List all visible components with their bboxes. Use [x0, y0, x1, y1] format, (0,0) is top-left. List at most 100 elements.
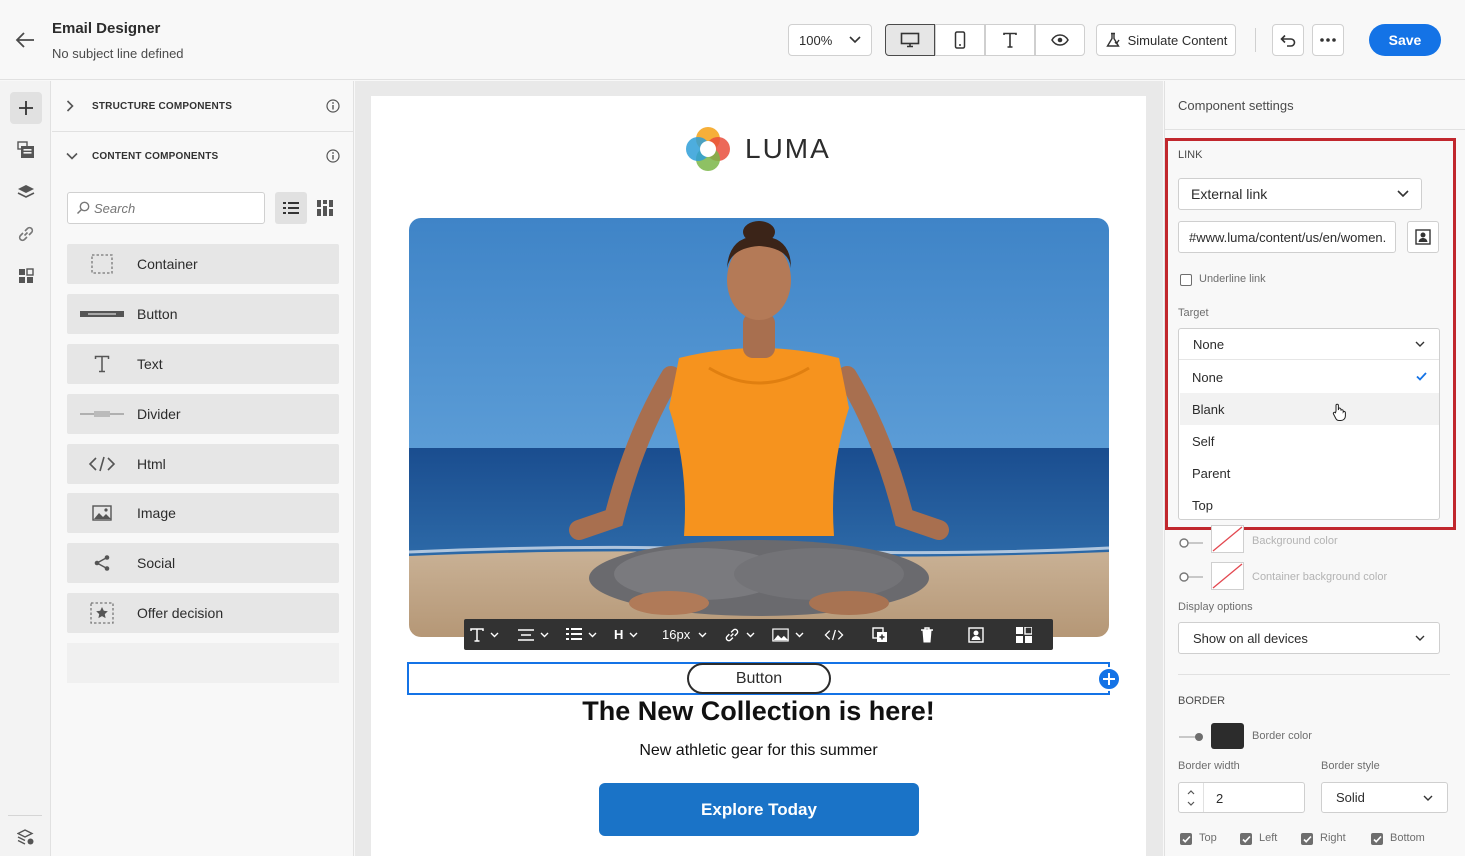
border-color-swatch[interactable] — [1211, 723, 1244, 749]
undo-button[interactable] — [1272, 24, 1304, 56]
fragment-icon[interactable] — [1016, 626, 1046, 643]
preview-button[interactable] — [1035, 24, 1085, 56]
layers-button[interactable] — [10, 176, 42, 208]
component-container[interactable]: Container — [67, 244, 339, 284]
url-input[interactable]: #www.luma/content/us/en/women. — [1178, 221, 1396, 253]
border-style-select[interactable]: Solid — [1321, 782, 1448, 813]
link-button[interactable] — [724, 627, 772, 643]
structure-components-header[interactable]: STRUCTURE COMPONENTS — [66, 81, 340, 131]
component-social[interactable]: Social — [67, 543, 339, 583]
chevron-right-icon — [66, 100, 92, 112]
border-top-checkbox[interactable] — [1180, 833, 1192, 845]
component-offer-decision[interactable]: Offer decision — [67, 593, 339, 633]
border-bottom-checkbox[interactable] — [1371, 833, 1383, 845]
mobile-view-button[interactable] — [935, 24, 985, 56]
insert-image-button[interactable] — [772, 627, 824, 642]
desktop-icon — [900, 32, 920, 48]
checkmark-icon — [1416, 372, 1427, 381]
list-view-button[interactable] — [275, 192, 307, 224]
border-top-label: Top — [1199, 832, 1217, 844]
target-option-top[interactable]: Top — [1180, 489, 1439, 521]
delete-icon[interactable] — [920, 626, 968, 643]
component-html[interactable]: Html — [67, 444, 339, 484]
email-subline[interactable]: New athletic gear for this summer — [371, 742, 1146, 760]
font-size-button[interactable]: 16px — [662, 627, 724, 642]
text-icon — [67, 355, 137, 373]
list-button[interactable] — [566, 628, 614, 641]
chevron-down-icon — [490, 632, 499, 638]
border-color-toggle[interactable] — [1179, 732, 1205, 742]
zoom-value: 100% — [799, 32, 833, 48]
container-background-swatch[interactable] — [1211, 562, 1244, 590]
chevron-down-icon — [1397, 190, 1409, 198]
zoom-select[interactable]: 100% — [788, 24, 872, 56]
search-input[interactable] — [94, 200, 254, 216]
info-icon[interactable] — [326, 99, 340, 113]
display-options-label: Display options — [1178, 601, 1253, 613]
simulate-label: Simulate Content — [1127, 32, 1228, 48]
stepper-buttons[interactable] — [1179, 783, 1204, 812]
search-field[interactable] — [67, 192, 265, 224]
assets-button[interactable] — [10, 260, 42, 292]
add-components-button[interactable] — [10, 92, 42, 124]
brand-logo[interactable]: LUMA — [685, 126, 831, 172]
text-view-button[interactable] — [985, 24, 1035, 56]
code-icon — [67, 456, 137, 472]
link-type-select[interactable]: External link — [1178, 178, 1422, 210]
border-width-stepper[interactable]: 2 — [1178, 782, 1305, 813]
target-option-blank[interactable]: Blank — [1180, 393, 1439, 425]
component-image[interactable]: Image — [67, 493, 339, 533]
save-button[interactable]: Save — [1369, 24, 1441, 56]
more-options-button[interactable] — [1312, 24, 1344, 56]
search-icon — [76, 201, 90, 215]
cta-button[interactable]: Explore Today — [599, 783, 919, 836]
beaker-icon — [1105, 32, 1121, 48]
chevron-up-icon[interactable] — [1187, 789, 1195, 795]
add-component-handle[interactable] — [1097, 667, 1121, 691]
email-button[interactable]: Button — [687, 663, 831, 694]
heading-button[interactable]: H — [614, 627, 656, 642]
option-label: Top — [1192, 497, 1213, 513]
underline-link-checkbox[interactable] — [1180, 274, 1192, 286]
plus-icon — [18, 100, 34, 116]
simulate-content-button[interactable]: Simulate Content — [1096, 24, 1236, 56]
layer-settings-button[interactable] — [10, 821, 42, 853]
target-select[interactable]: None — [1179, 329, 1439, 360]
component-text[interactable]: Text — [67, 344, 339, 384]
info-icon[interactable] — [326, 149, 340, 163]
desktop-view-button[interactable] — [885, 24, 935, 56]
hero-image[interactable] — [409, 218, 1109, 637]
background-color-swatch[interactable] — [1211, 525, 1244, 553]
content-components-header[interactable]: CONTENT COMPONENTS — [66, 131, 340, 181]
align-button[interactable] — [518, 628, 566, 641]
personalization-button[interactable] — [1407, 221, 1439, 253]
back-arrow-icon[interactable] — [14, 30, 36, 50]
component-divider[interactable]: Divider — [67, 394, 339, 434]
settings-title: Component settings — [1178, 98, 1294, 113]
target-option-none[interactable]: None — [1180, 361, 1439, 393]
border-width-value: 2 — [1216, 791, 1224, 806]
email-headline[interactable]: The New Collection is here! — [371, 696, 1146, 727]
links-button[interactable] — [10, 218, 42, 250]
font-style-button[interactable] — [470, 627, 518, 642]
border-left-checkbox[interactable] — [1240, 833, 1252, 845]
background-color-toggle[interactable] — [1179, 538, 1205, 548]
component-settings-panel: Component settings LINK External link #w… — [1164, 81, 1465, 856]
container-background-toggle[interactable] — [1179, 572, 1205, 582]
personalize-icon[interactable] — [968, 626, 1016, 643]
chevron-down-icon[interactable] — [1187, 801, 1195, 806]
brand-name: LUMA — [745, 133, 831, 164]
target-option-self[interactable]: Self — [1180, 425, 1439, 457]
border-right-checkbox[interactable] — [1301, 833, 1313, 845]
component-button[interactable]: Button — [67, 294, 339, 334]
link-section-title: LINK — [1178, 149, 1203, 161]
component-label: Html — [137, 456, 166, 472]
duplicate-icon[interactable] — [872, 626, 920, 643]
tile-view-button[interactable] — [309, 192, 341, 224]
plus-icon — [1103, 673, 1115, 685]
divider — [8, 815, 42, 816]
code-icon[interactable] — [824, 628, 872, 642]
fragments-button[interactable] — [10, 134, 42, 166]
target-option-parent[interactable]: Parent — [1180, 457, 1439, 489]
display-options-select[interactable]: Show on all devices — [1178, 622, 1440, 654]
